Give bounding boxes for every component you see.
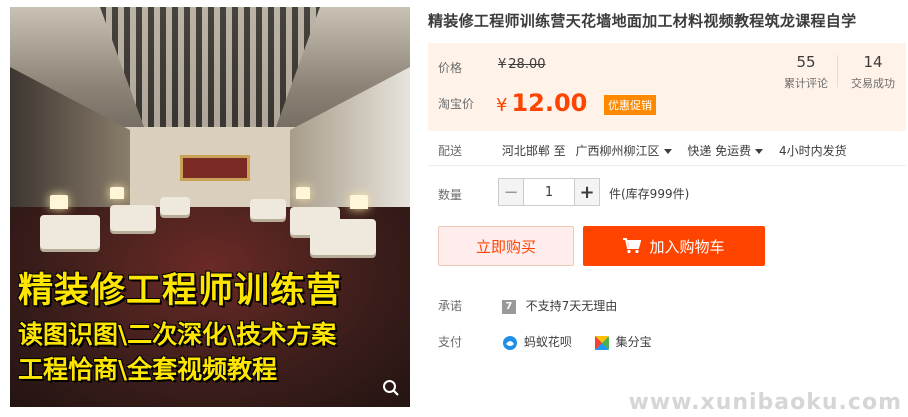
original-price-currency: ¥: [498, 57, 507, 72]
reviews-count: 55: [796, 53, 816, 71]
original-price-value: 28.00: [508, 57, 546, 72]
cart-icon: [623, 238, 642, 254]
price-panel: 价格 ¥28.00 淘宝价 ¥12.00 优惠促销 55 累计评论 14 交易成…: [428, 43, 906, 131]
sales-stat: 14 交易成功: [846, 53, 900, 91]
huabei-icon: [502, 335, 517, 350]
promise-text[interactable]: 不支持7天无理由: [526, 299, 618, 313]
promise-label: 承诺: [438, 299, 463, 313]
product-main-image[interactable]: 精装修工程师训练营 读图识图\二次深化\技术方案 工程恰商\全套视频教程: [10, 7, 410, 407]
delivery-label: 配送: [438, 144, 463, 158]
payment-row: 支付 蚂蚁花呗 集分宝: [438, 333, 670, 351]
chevron-down-icon: [755, 149, 764, 154]
delivery-row: 配送 河北邯郸 至 广西柳州柳江区 快递 免运费 4小时内发货: [438, 142, 847, 159]
image-caption-line3: 工程恰商\全套视频教程: [18, 355, 278, 384]
ship-time: 4小时内发货: [778, 144, 847, 158]
image-caption-line1: 精装修工程师训练营: [18, 271, 343, 311]
delivery-destination: 广西柳州柳江区: [575, 144, 660, 158]
photo-lamp: [350, 195, 368, 209]
payment-jifenbao[interactable]: 集分宝: [594, 333, 652, 351]
site-watermark: www.xunibaoku.com: [628, 390, 902, 415]
stock-info: 件(库存999件): [609, 187, 690, 201]
payment-method-label: 集分宝: [615, 335, 652, 349]
image-caption-line2: 读图识图\二次深化\技术方案: [18, 320, 337, 349]
photo-sofa: [250, 199, 286, 219]
current-price-currency: ¥: [496, 95, 508, 116]
payment-label: 支付: [438, 335, 463, 349]
add-to-cart-label: 加入购物车: [649, 237, 725, 256]
quantity-increase-button[interactable]: +: [574, 178, 600, 206]
reviews-label: 累计评论: [784, 77, 828, 90]
photo-sofa: [310, 219, 376, 255]
photo-lamp: [296, 187, 310, 199]
buy-now-button[interactable]: 立即购买: [438, 226, 574, 266]
shipping-method: 快递 免运费: [687, 144, 752, 158]
delivery-from: 河北邯郸 至: [501, 144, 566, 158]
price-label: 价格: [438, 61, 463, 75]
product-title: 精装修工程师训练营天花墙地面加工材料视频教程筑龙课程自学: [428, 12, 857, 30]
current-price: ¥12.00: [496, 89, 587, 117]
jifenbao-icon: [594, 335, 609, 350]
no-return-icon: 7: [501, 299, 516, 314]
zoom-icon[interactable]: [378, 375, 404, 401]
quantity-input[interactable]: [524, 178, 574, 206]
add-to-cart-button[interactable]: 加入购物车: [583, 226, 765, 266]
taobao-price-label: 淘宝价: [438, 97, 475, 111]
quantity-label-row: 数量: [438, 186, 498, 203]
photo-sofa: [110, 205, 156, 231]
sales-label: 交易成功: [851, 77, 895, 90]
photo-lamp: [50, 195, 68, 209]
shipping-method-select[interactable]: 快递 免运费: [687, 144, 764, 158]
photo-sofa: [160, 197, 190, 215]
divider: [428, 165, 906, 166]
promise-row: 承诺 7 不支持7天无理由: [438, 297, 617, 314]
photo-sofa: [40, 215, 100, 249]
payment-huabei[interactable]: 蚂蚁花呗: [502, 333, 572, 351]
quantity-label: 数量: [438, 188, 463, 202]
payment-method-label: 蚂蚁花呗: [523, 335, 572, 349]
reviews-stat[interactable]: 55 累计评论: [780, 53, 832, 91]
photo-painting: [180, 155, 250, 181]
delivery-destination-select[interactable]: 广西柳州柳江区: [575, 144, 672, 158]
photo-lamp: [110, 187, 124, 199]
original-price: ¥28.00: [498, 57, 546, 72]
chevron-down-icon: [663, 149, 672, 154]
sales-count: 14: [863, 53, 883, 71]
quantity-stepper[interactable]: − +: [498, 178, 600, 206]
current-price-value: 12.00: [511, 89, 588, 117]
stat-divider: [837, 55, 838, 87]
quantity-decrease-button[interactable]: −: [498, 178, 524, 206]
promo-badge[interactable]: 优惠促销: [604, 95, 656, 115]
